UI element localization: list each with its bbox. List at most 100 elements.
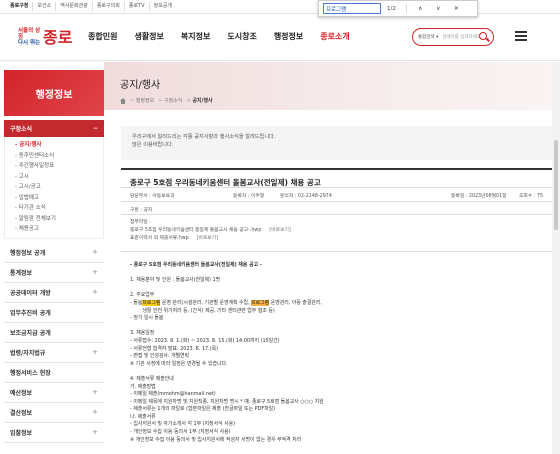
attachment-link[interactable]: 표준이력서 외 제출서류.hwp xyxy=(130,236,189,241)
sidebar-menu-label: 통계정보 xyxy=(10,269,33,277)
menu-icon[interactable] xyxy=(515,31,527,41)
search-icon[interactable] xyxy=(479,32,487,40)
find-prev-button[interactable]: ∧ xyxy=(416,4,425,13)
sidebar-menu-item[interactable]: 행정정보 공개 + xyxy=(4,243,104,263)
body-line: - 입사지원서 및 자기소개서 각 1부 (지정서식 사용) xyxy=(130,421,236,428)
sidebar-menu-label: 행정서비스 헌장 xyxy=(10,369,51,377)
expand-icon: + xyxy=(92,248,98,256)
util-link[interactable]: 종로TV xyxy=(125,2,150,11)
sidebar-item-recruit[interactable]: 채용공고 xyxy=(15,224,103,235)
body-line: - 면접 및 인성검사: 개별연락 xyxy=(130,353,190,360)
logo-slogan-line2: 다시 뛰는 xyxy=(18,40,41,46)
find-close-button[interactable]: ✕ xyxy=(452,4,461,13)
sidebar-item-other-org[interactable]: 타기관 소식 xyxy=(15,203,103,214)
attachment-view-button[interactable]: [바로보기] xyxy=(269,228,290,233)
search-input[interactable]: 검색어를 입력하세요. xyxy=(442,34,482,40)
logo-slogan: 서울의 상징 다시 뛰는 xyxy=(18,28,44,46)
scrollbar-track[interactable] xyxy=(552,62,560,454)
sidebar-menu-item[interactable]: 보조금지급 공개 xyxy=(4,323,104,343)
site-logo[interactable]: 서울의 상징 다시 뛰는 종로 xyxy=(18,24,74,52)
sidebar-menu-item[interactable]: 입찰정보 + xyxy=(4,423,104,443)
sidebar-group-header[interactable]: 구정소식 − xyxy=(4,120,104,137)
post-category: 구분 : 공지 xyxy=(121,203,557,215)
find-divider xyxy=(405,4,407,13)
breadcrumb-item[interactable]: 구정소식 xyxy=(158,97,182,104)
sidebar-menu-item[interactable]: 법령/자치법규 + xyxy=(4,343,104,363)
sidebar-menu-label: 보조금지급 공개 xyxy=(10,329,51,337)
sidebar-item-dong-news[interactable]: 동주민센터소식 xyxy=(15,151,103,162)
sidebar-item-gosi-gonggo[interactable]: 고시/공고 xyxy=(15,182,103,193)
post-date: 등록일 : 2023년08월01일 xyxy=(451,194,507,199)
attachment-view-button[interactable]: [바로보기] xyxy=(197,236,218,241)
expand-icon: + xyxy=(92,348,98,356)
sidebar-menu-label: 결산정보 xyxy=(10,409,33,417)
body-line: ※ 개인정보 수집 이용 동의서 및 입사지원서에 작성자 서명이 없는 경우 … xyxy=(130,436,302,443)
utility-links: 종로구청 보건소 역사문화관광 종로구의회 종로TV 정보공개 xyxy=(6,2,176,11)
sidebar-menu-label: 입찰정보 xyxy=(10,429,33,437)
sidebar-menu-item[interactable]: 행정서비스 헌장 xyxy=(4,363,104,383)
nav-item-welfare[interactable]: 복지정보 xyxy=(181,31,210,42)
scrollbar-thumb[interactable] xyxy=(554,140,558,230)
sidebar-menu-item[interactable]: 업무추진비 공개 xyxy=(4,303,104,323)
page-title: 공지/행사 xyxy=(120,80,161,91)
expand-icon: + xyxy=(92,288,98,296)
home-icon[interactable] xyxy=(120,97,126,104)
sidebar-menu-item[interactable]: 예산정보 + xyxy=(4,383,104,403)
breadcrumb-current: 공지/행사 xyxy=(186,97,212,104)
util-link[interactable]: 종로구의회 xyxy=(93,2,125,11)
body-line: - 이메일 제출(mmohm@hanmail.net) xyxy=(130,391,216,398)
attachment-link[interactable]: 종로구 5호점 우리동네키움센터 종일제 돌봄교사 채용 공고-.hwp xyxy=(130,228,261,233)
body-line: - 정기 일시 돌봄 xyxy=(130,315,164,322)
sidebar-item-board-all[interactable]: 알림판 전체보기 xyxy=(15,214,103,225)
find-input[interactable] xyxy=(323,3,381,14)
sidebar-item-weekly[interactable]: 주간행사일정표 xyxy=(15,161,103,172)
body-line: 생활 안전 위기처리 등, (간식) 제공, 기타 센터관련 업무 협조 등) xyxy=(130,307,275,314)
expand-icon: + xyxy=(92,388,98,396)
util-link[interactable]: 보건소 xyxy=(33,2,57,11)
collapse-icon[interactable]: − xyxy=(93,125,98,132)
sidebar-menu-label: 법령/자치법규 xyxy=(10,349,46,357)
nav-item-civil[interactable]: 종합민원 xyxy=(88,31,117,42)
expand-icon: + xyxy=(92,428,98,436)
logo-name: 종로 xyxy=(43,28,73,47)
post-views: 조회수 : 75 xyxy=(519,194,544,199)
nav-item-admin[interactable]: 행정정보 xyxy=(274,31,303,42)
body-heading: - 종로구 5호점 우리동네키움센터 돌봄교사(전일제) 채용 공고 - xyxy=(130,262,262,268)
body-line: ※ 기관 사정에 따라 일정은 변경될 수 있습니다. xyxy=(130,360,228,367)
find-bar: 1/2 ∧ ∨ ✕ xyxy=(318,0,478,17)
find-next-button[interactable]: ∨ xyxy=(434,4,443,13)
sidebar: 행정정보 구정소식 − 공지/행사 동주민센터소식 주간행사일정표 고시 고시/… xyxy=(4,70,104,454)
sidebar-item-gosi[interactable]: 고시 xyxy=(15,172,103,183)
nav-item-life[interactable]: 생활정보 xyxy=(134,31,163,42)
header-search[interactable]: 통합검색 검색어를 입력하세요. xyxy=(412,28,494,46)
sidebar-submenu: 공지/행사 동주민센터소식 주간행사일정표 고시 고시/공고 입법예고 타기관 … xyxy=(4,137,104,239)
search-scope-select[interactable]: 통합검색 xyxy=(418,34,438,40)
body-line: - 서류전형 합격자 발표: 2023. 8. 17.(목) xyxy=(130,345,218,352)
sidebar-menu-label: 행정정보 공개 xyxy=(10,249,46,257)
body-line: 3. 채용일정 xyxy=(130,330,155,337)
nav-item-about[interactable]: 종로소개 xyxy=(320,31,349,42)
sidebar-item-notice[interactable]: 공지/행사 xyxy=(15,140,103,151)
post-department: 담당부서 : 아동보육과 xyxy=(130,194,175,199)
find-highlight: 프로그램 xyxy=(251,299,270,306)
util-link[interactable]: 역사문화관광 xyxy=(56,2,93,11)
util-link[interactable]: 종로구청 xyxy=(6,2,34,11)
post-writer: 등록자 : 이주형 xyxy=(233,194,265,199)
post-body: - 종로구 5호점 우리동네키움센터 돌봄교사(전일제) 채용 공고 - 1. … xyxy=(130,262,550,444)
logo-slogan-line1: 서울의 상징 xyxy=(18,28,41,40)
breadcrumb-item[interactable]: 행정정보 xyxy=(130,97,154,104)
find-highlight-current: 프로그램 xyxy=(142,299,161,306)
sidebar-menu-label: 업무추진비 공개 xyxy=(10,309,51,317)
sidebar-group-label: 구정소식 xyxy=(10,126,33,133)
body-line: 나. 제출서류 xyxy=(130,413,156,420)
sidebar-item-legislation[interactable]: 입법예고 xyxy=(15,193,103,204)
sidebar-menu-item[interactable]: 결산정보 + xyxy=(4,403,104,423)
expand-icon: + xyxy=(92,408,98,416)
sidebar-menu-item[interactable]: 공공데이터 개방 + xyxy=(4,283,104,303)
post-attachments: 첨부파일 : 종로구 5호점 우리동네키움센터 종일제 돌봄교사 채용 공고-.… xyxy=(121,216,557,252)
util-link[interactable]: 정보공개 xyxy=(150,2,176,11)
body-line: 1. 채용분야 및 인원 : 돌봄교사(전일제) 1명 xyxy=(130,277,221,284)
post-title: 종로구 5호점 우리동네키움센터 돌봄교사(전일제) 채용 공고 xyxy=(121,168,557,188)
sidebar-menu-item[interactable]: 통계정보 + xyxy=(4,263,104,283)
nav-item-city[interactable]: 도시창조 xyxy=(227,31,256,42)
